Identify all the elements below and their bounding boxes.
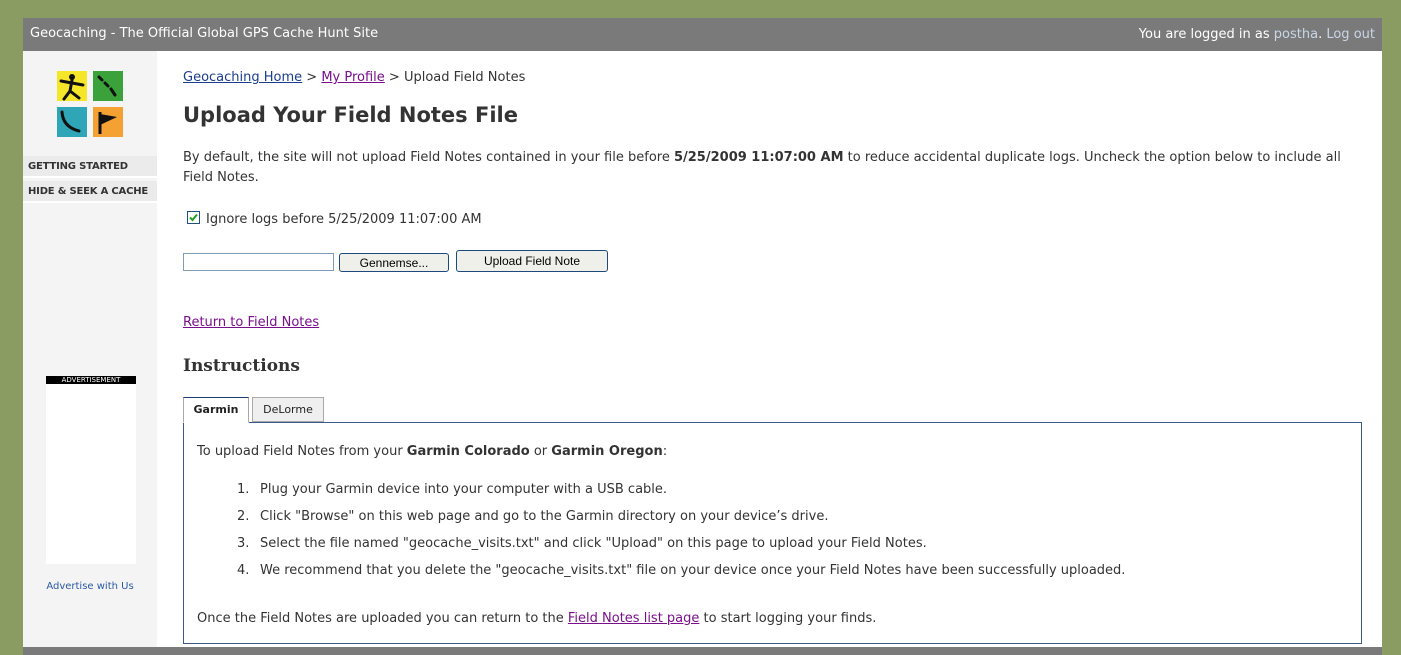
instructions-panel: To upload Field Notes from your Garmin C… bbox=[183, 422, 1362, 644]
step-number: 3. bbox=[237, 536, 250, 551]
page-title: Upload Your Field Notes File bbox=[183, 103, 518, 127]
sidebar-item-hide-seek[interactable]: HIDE & SEEK A CACHE bbox=[23, 181, 157, 203]
intro-text: By default, the site will not upload Fie… bbox=[183, 148, 1358, 188]
instructions-heading: Instructions bbox=[183, 356, 300, 376]
bottom-bar bbox=[23, 647, 1382, 655]
intro-date: 5/25/2009 11:07:00 AM bbox=[673, 150, 844, 165]
step-text: Click "Browse" on this web page and go t… bbox=[260, 509, 829, 524]
page-frame: Geocaching - The Official Global GPS Cac… bbox=[23, 18, 1382, 655]
step-number: 4. bbox=[237, 563, 250, 578]
closing-suffix: to start logging your finds. bbox=[699, 611, 877, 626]
list-item: 1. Plug your Garmin device into your comp… bbox=[197, 480, 1125, 507]
advertisement-label: ADVERTISEMENT bbox=[46, 376, 136, 384]
breadcrumb: Geocaching Home > My Profile > Upload Fi… bbox=[183, 70, 525, 85]
lead-prefix: To upload Field Notes from your bbox=[197, 444, 407, 459]
login-prefix: You are logged in as bbox=[1138, 27, 1274, 42]
lead-or: or bbox=[529, 444, 552, 459]
sidebar: GETTING STARTED HIDE & SEEK A CACHE ADVE… bbox=[23, 51, 157, 647]
step-number: 1. bbox=[237, 482, 250, 497]
file-path-input[interactable] bbox=[183, 253, 334, 271]
logout-link[interactable]: Log out bbox=[1326, 27, 1375, 42]
instructions-lead: To upload Field Notes from your Garmin C… bbox=[197, 444, 667, 459]
step-text: Select the file named "geocache_visits.t… bbox=[260, 536, 927, 551]
step-text: Plug your Garmin device into your comput… bbox=[260, 482, 668, 497]
upload-field-note-button[interactable]: Upload Field Note bbox=[456, 250, 608, 272]
login-status: You are logged in as postha. Log out bbox=[1139, 27, 1375, 42]
check-icon bbox=[189, 213, 198, 222]
breadcrumb-current: Upload Field Notes bbox=[403, 70, 526, 85]
list-item: 2. Click "Browse" on this web page and go… bbox=[197, 507, 1125, 534]
lead-suffix: : bbox=[662, 444, 668, 459]
ignore-logs-option: Ignore logs before 5/25/2009 11:07:00 AM bbox=[187, 211, 482, 227]
browse-button[interactable]: Gennemse... bbox=[339, 253, 449, 272]
instructions-closing: Once the Field Notes are uploaded you ca… bbox=[197, 611, 876, 626]
device-colorado: Garmin Colorado bbox=[406, 444, 530, 459]
list-item: 4. We recommend that you delete the "geoc… bbox=[197, 561, 1125, 588]
device-oregon: Garmin Oregon bbox=[551, 444, 663, 459]
logo-tile-teal bbox=[57, 107, 87, 137]
step-text: We recommend that you delete the "geocac… bbox=[260, 563, 1126, 578]
advertisement-box[interactable]: ADVERTISEMENT bbox=[46, 376, 136, 564]
breadcrumb-home-link[interactable]: Geocaching Home bbox=[183, 70, 302, 85]
breadcrumb-separator: > bbox=[302, 70, 322, 85]
username-link[interactable]: postha bbox=[1274, 27, 1318, 42]
intro-part1: By default, the site will not upload Fie… bbox=[183, 150, 674, 165]
advertise-with-us-link[interactable]: Advertise with Us bbox=[23, 581, 157, 592]
ignore-logs-label: Ignore logs before 5/25/2009 11:07:00 AM bbox=[206, 212, 482, 227]
breadcrumb-separator: > bbox=[384, 70, 404, 85]
ignore-logs-checkbox[interactable] bbox=[187, 211, 200, 224]
closing-prefix: Once the Field Notes are uploaded you ca… bbox=[197, 611, 568, 626]
sidebar-item-getting-started[interactable]: GETTING STARTED bbox=[23, 156, 157, 178]
return-to-field-notes-link[interactable]: Return to Field Notes bbox=[183, 315, 319, 330]
step-number: 2. bbox=[237, 509, 250, 524]
logo-tile-orange bbox=[93, 107, 123, 137]
geocaching-logo[interactable] bbox=[57, 71, 125, 139]
field-notes-list-link[interactable]: Field Notes list page bbox=[568, 611, 700, 626]
steps-list: 1. Plug your Garmin device into your comp… bbox=[197, 480, 1125, 588]
breadcrumb-profile-link[interactable]: My Profile bbox=[321, 70, 384, 85]
logo-tile-green bbox=[93, 71, 123, 101]
top-bar: Geocaching - The Official Global GPS Cac… bbox=[23, 18, 1382, 51]
tab-delorme[interactable]: DeLorme bbox=[252, 397, 324, 422]
site-title: Geocaching - The Official Global GPS Cac… bbox=[30, 26, 379, 41]
logo-tile-yellow bbox=[57, 71, 87, 101]
list-item: 3. Select the file named "geocache_visits… bbox=[197, 534, 1125, 561]
tab-garmin[interactable]: Garmin bbox=[183, 397, 249, 423]
